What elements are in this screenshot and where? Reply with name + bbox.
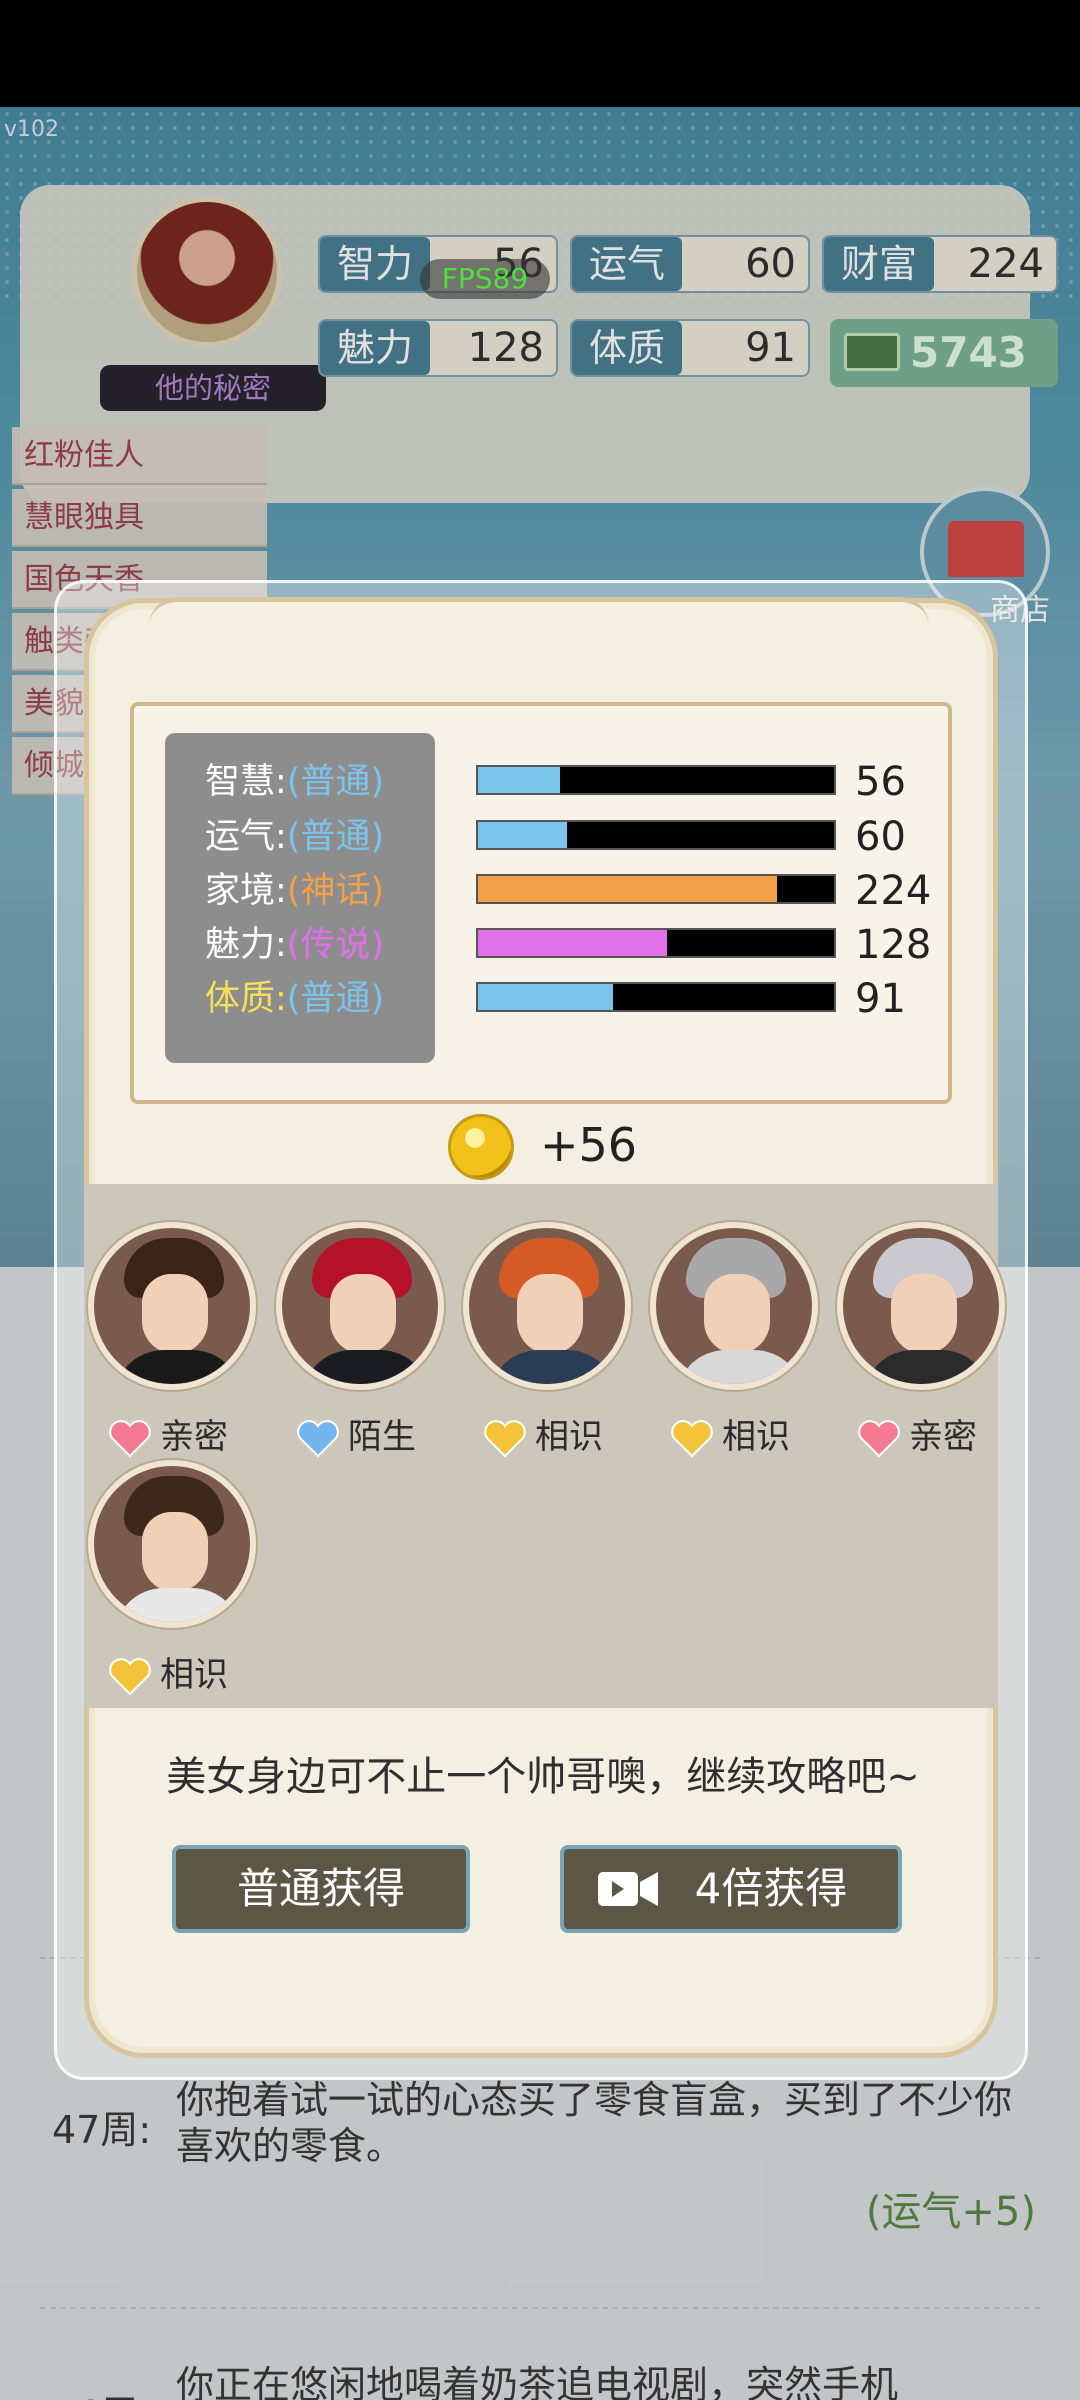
stat-bar	[476, 928, 836, 958]
relationship-text: 亲密	[160, 1417, 228, 1457]
relationship-text: 相识	[160, 1655, 228, 1695]
relationship-label: 亲密	[857, 1414, 977, 1460]
video-camera-icon	[598, 1872, 658, 1906]
stat-rank: (普通)	[286, 817, 385, 857]
stat-value: 56	[855, 759, 906, 805]
stat-name: 魅力:	[205, 925, 287, 965]
stat-value: 128	[855, 922, 932, 968]
stat-bar-fill	[478, 767, 560, 793]
relationship-label: 相识	[483, 1414, 603, 1460]
stat-name: 运气:	[205, 817, 287, 857]
character-face	[891, 1274, 957, 1354]
character-avatar[interactable]	[276, 1222, 444, 1390]
stat-row: 魅力:(传说) 128	[0, 918, 1080, 972]
heart-icon	[671, 1420, 713, 1458]
stat-bar-fill	[478, 876, 778, 902]
stat-rank: (传说)	[286, 925, 385, 965]
stat-row: 智慧:(普通) 56	[0, 755, 1080, 809]
stat-name: 家境:	[205, 871, 287, 911]
stat-bar-fill	[478, 984, 614, 1010]
stat-label: 家境:(神话)	[205, 864, 384, 918]
stat-bar-fill	[478, 822, 567, 848]
stat-rank: (普通)	[286, 762, 385, 802]
character-face	[704, 1274, 770, 1354]
character-avatar[interactable]	[463, 1222, 631, 1390]
stat-label: 体质:(普通)	[205, 972, 384, 1026]
character-avatar[interactable]	[650, 1222, 818, 1390]
popup-message: 美女身边可不止一个帅哥噢，继续攻略吧~	[166, 1754, 920, 1800]
stat-row: 家境:(神话) 224	[0, 864, 1080, 918]
stat-bar	[476, 874, 836, 904]
relationship-text: 相识	[722, 1417, 790, 1457]
heart-icon	[484, 1420, 526, 1458]
stat-label: 智慧:(普通)	[205, 755, 384, 809]
heart-icon	[109, 1420, 151, 1458]
stat-bar-fill	[478, 930, 667, 956]
stat-bar	[476, 820, 836, 850]
stat-name: 体质:	[205, 979, 287, 1019]
heart-icon	[297, 1420, 339, 1458]
stat-label: 运气:(普通)	[205, 810, 384, 864]
relationship-text: 相识	[535, 1417, 603, 1457]
stat-row: 体质:(普通) 91	[0, 972, 1080, 1026]
stat-value: 224	[855, 868, 932, 914]
relationship-label: 亲密	[108, 1414, 228, 1460]
relationship-text: 陌生	[348, 1417, 416, 1457]
stat-value: 60	[855, 814, 906, 860]
stat-rank: (普通)	[286, 979, 385, 1019]
reward-amount: +56	[540, 1118, 638, 1172]
character-face	[142, 1274, 208, 1354]
stat-rank: (神话)	[286, 871, 385, 911]
stat-bar	[476, 765, 836, 795]
character-avatar[interactable]	[88, 1222, 256, 1390]
status-bar	[0, 0, 1080, 107]
character-face	[142, 1512, 208, 1592]
character-avatar[interactable]	[88, 1460, 256, 1628]
relationship-label: 相识	[670, 1414, 790, 1460]
heart-icon	[858, 1420, 900, 1458]
normal-claim-button[interactable]: 普通获得	[172, 1845, 470, 1933]
stat-label: 魅力:(传说)	[205, 918, 384, 972]
character-avatar[interactable]	[837, 1222, 1005, 1390]
stat-bar	[476, 982, 836, 1012]
relationship-label: 陌生	[296, 1414, 416, 1460]
coin-icon	[448, 1114, 514, 1180]
character-face	[517, 1274, 583, 1354]
relationship-text: 亲密	[909, 1417, 977, 1457]
stat-row: 运气:(普通) 60	[0, 810, 1080, 864]
character-face	[330, 1274, 396, 1354]
heart-icon	[109, 1658, 151, 1696]
stat-name: 智慧:	[205, 762, 287, 802]
stat-value: 91	[855, 976, 906, 1022]
relationship-label: 相识	[108, 1652, 228, 1698]
